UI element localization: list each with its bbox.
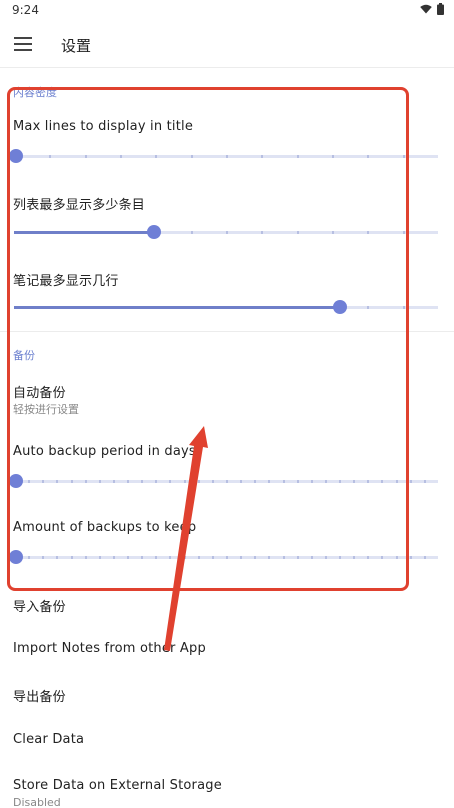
annotation-arrow: [164, 426, 208, 651]
